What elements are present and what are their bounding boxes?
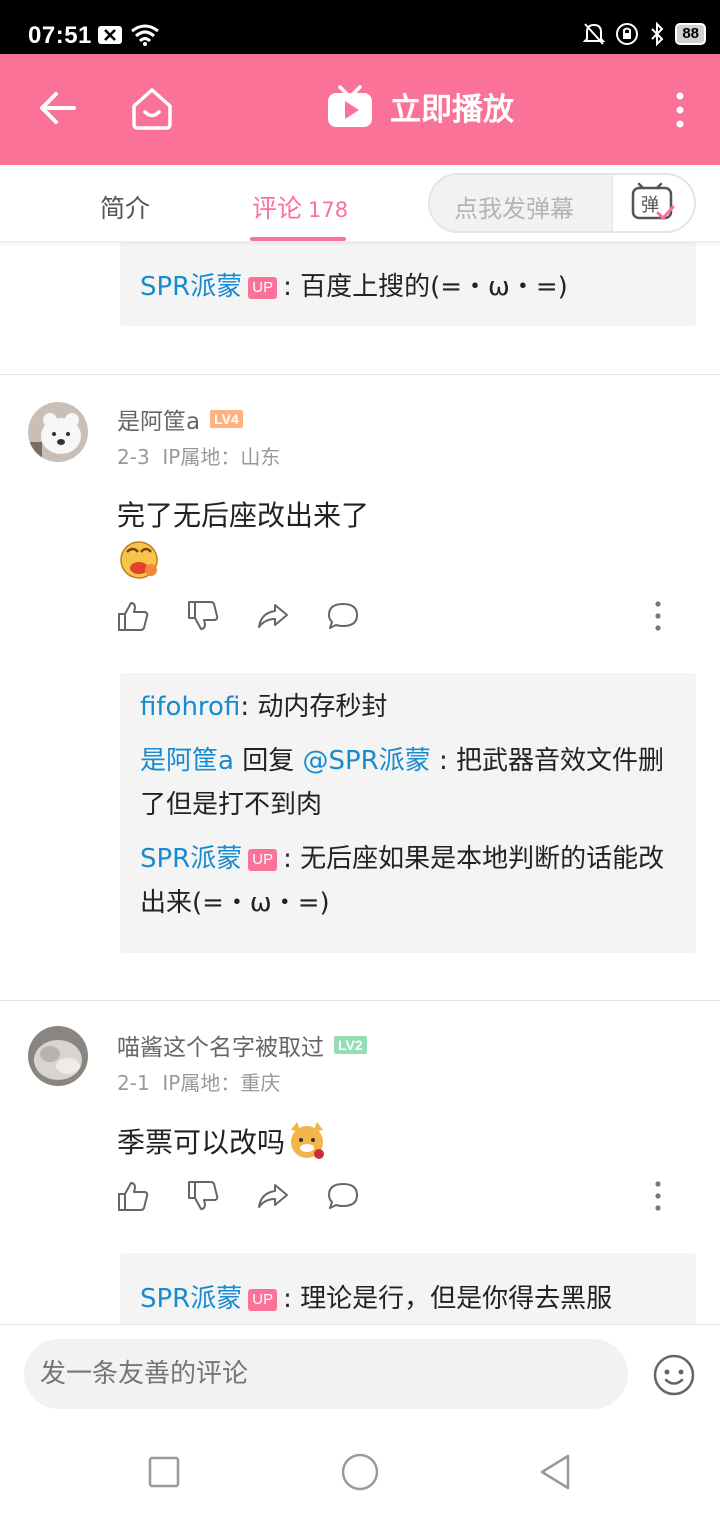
comment-meta: 2-1 IP属地：重庆	[117, 1067, 280, 1096]
comment-ip: IP属地：山东	[162, 445, 281, 469]
like-icon[interactable]	[117, 1180, 149, 1212]
tv-play-icon	[328, 84, 372, 127]
reply-line: fifohrofi: 动内存秒封	[140, 685, 676, 729]
like-icon[interactable]	[117, 600, 149, 632]
system-nav-bar	[0, 1424, 720, 1520]
tab-comments-label: 评论	[252, 194, 303, 223]
reply-line: 是阿筐a 回复 @SPR派蒙 : 把武器音效文件删了但是打不到肉	[140, 739, 676, 827]
battery-indicator: 88	[675, 23, 706, 45]
avatar[interactable]	[28, 1026, 88, 1086]
comment-date: 2-1	[117, 1071, 150, 1095]
notification-x-icon	[98, 26, 122, 44]
tab-intro[interactable]: 简介	[100, 189, 150, 225]
reply-text: : 理论是行，但是你得去黑服	[283, 1284, 613, 1314]
reply-line: SPR派蒙 UP: 无后座如果是本地判断的话能改出来(=・ω・=)	[140, 837, 676, 925]
wifi-icon	[131, 24, 159, 46]
up-badge: UP	[248, 277, 278, 299]
play-now-button[interactable]: 立即播放	[326, 84, 514, 129]
comment-text-line: 完了无后座改出来了	[117, 499, 370, 532]
comment-more-icon[interactable]	[652, 600, 664, 632]
comment-list[interactable]: SPR派蒙 UP: 百度上搜的(=・ω・=) 是阿筐a LV4 2-3 IP属地：…	[0, 242, 720, 1324]
back-nav-icon[interactable]	[536, 1452, 576, 1492]
reply-icon[interactable]	[327, 1180, 359, 1212]
mute-bell-icon	[583, 23, 606, 45]
reply-author[interactable]: SPR派蒙	[140, 272, 242, 302]
reply-author[interactable]: fifohrofi	[140, 692, 240, 722]
comment-actions	[117, 600, 359, 632]
danmaku-input[interactable]: 点我发弹幕 弹	[428, 173, 696, 233]
comment-text-line: 季票可以改吗	[117, 1126, 286, 1159]
status-icons-right: 88	[583, 22, 706, 46]
status-bar: 07:51 88	[0, 0, 720, 54]
reply-author[interactable]: 是阿筐a	[140, 746, 234, 776]
status-icons-left	[98, 24, 160, 46]
reply-author[interactable]: SPR派蒙	[140, 844, 242, 874]
dislike-icon[interactable]	[187, 1180, 219, 1212]
reply-box[interactable]: SPR派蒙 UP: 理论是行，但是你得去黑服	[120, 1253, 696, 1324]
level-badge: LV2	[334, 1036, 367, 1054]
comment-meta: 2-3 IP属地：山东	[117, 441, 280, 470]
reply-text: : 动内存秒封	[240, 692, 388, 722]
bluetooth-icon	[651, 22, 664, 46]
up-badge: UP	[248, 849, 278, 871]
status-time: 07:51	[28, 22, 92, 49]
share-icon[interactable]	[257, 600, 289, 632]
comment-author-name: 是阿筐a	[117, 409, 201, 435]
reply-mention[interactable]: @SPR派蒙	[302, 746, 430, 776]
comment-author[interactable]: 喵酱这个名字被取过 LV2	[117, 1028, 367, 1062]
danmaku-toggle-button[interactable]: 弹	[612, 175, 694, 231]
back-icon[interactable]	[36, 86, 80, 130]
comment-author[interactable]: 是阿筐a LV4	[117, 402, 243, 436]
recent-apps-icon[interactable]	[144, 1452, 184, 1492]
home-icon[interactable]	[128, 84, 176, 132]
divider	[0, 374, 720, 375]
up-badge: UP	[248, 1289, 278, 1311]
tab-comments-count: 178	[308, 198, 349, 222]
comment-text: 季票可以改吗	[117, 1120, 329, 1162]
dislike-icon[interactable]	[187, 600, 219, 632]
comment-more-icon[interactable]	[652, 1180, 664, 1212]
reply-line: SPR派蒙 UP: 理论是行，但是你得去黑服	[140, 1277, 676, 1321]
tab-active-indicator	[250, 237, 346, 241]
reply-box[interactable]: fifohrofi: 动内存秒封 是阿筐a 回复 @SPR派蒙 : 把武器音效文…	[120, 673, 696, 953]
danmaku-icon: 弹	[631, 182, 675, 221]
tab-comments[interactable]: 评论 178	[252, 189, 348, 225]
comment-text: 完了无后座改出来了	[117, 494, 369, 587]
danmaku-placeholder: 点我发弹幕	[454, 195, 574, 223]
comment-actions	[117, 1180, 359, 1212]
danmaku-button-label: 弹	[641, 195, 659, 216]
level-badge: LV4	[210, 410, 243, 428]
reply-line: SPR派蒙 UP: 百度上搜的(=・ω・=)	[140, 265, 676, 309]
comment-ip: IP属地：重庆	[162, 1071, 281, 1095]
avatar[interactable]	[28, 402, 88, 462]
reply-box: SPR派蒙 UP: 百度上搜的(=・ω・=)	[120, 242, 696, 326]
more-icon[interactable]	[670, 90, 690, 130]
play-now-label: 立即播放	[390, 92, 514, 128]
reply-author[interactable]: SPR派蒙	[140, 1284, 242, 1314]
emoji-sticker-icon	[291, 1122, 325, 1159]
home-nav-icon[interactable]	[340, 1452, 380, 1492]
rotation-lock-icon	[616, 23, 639, 45]
emoji-icon[interactable]	[652, 1353, 696, 1397]
emoji-sticker-icon	[120, 541, 158, 579]
divider	[0, 1000, 720, 1001]
reply-word: 回复	[233, 746, 303, 776]
reply-icon[interactable]	[327, 600, 359, 632]
comment-input-bar	[0, 1324, 720, 1424]
share-icon[interactable]	[257, 1180, 289, 1212]
comment-date: 2-3	[117, 445, 150, 469]
comment-input[interactable]	[24, 1339, 628, 1409]
comment-author-name: 喵酱这个名字被取过	[117, 1035, 324, 1061]
reply-text: : 百度上搜的(=・ω・=)	[283, 272, 568, 302]
app-bar: 立即播放	[0, 54, 720, 165]
